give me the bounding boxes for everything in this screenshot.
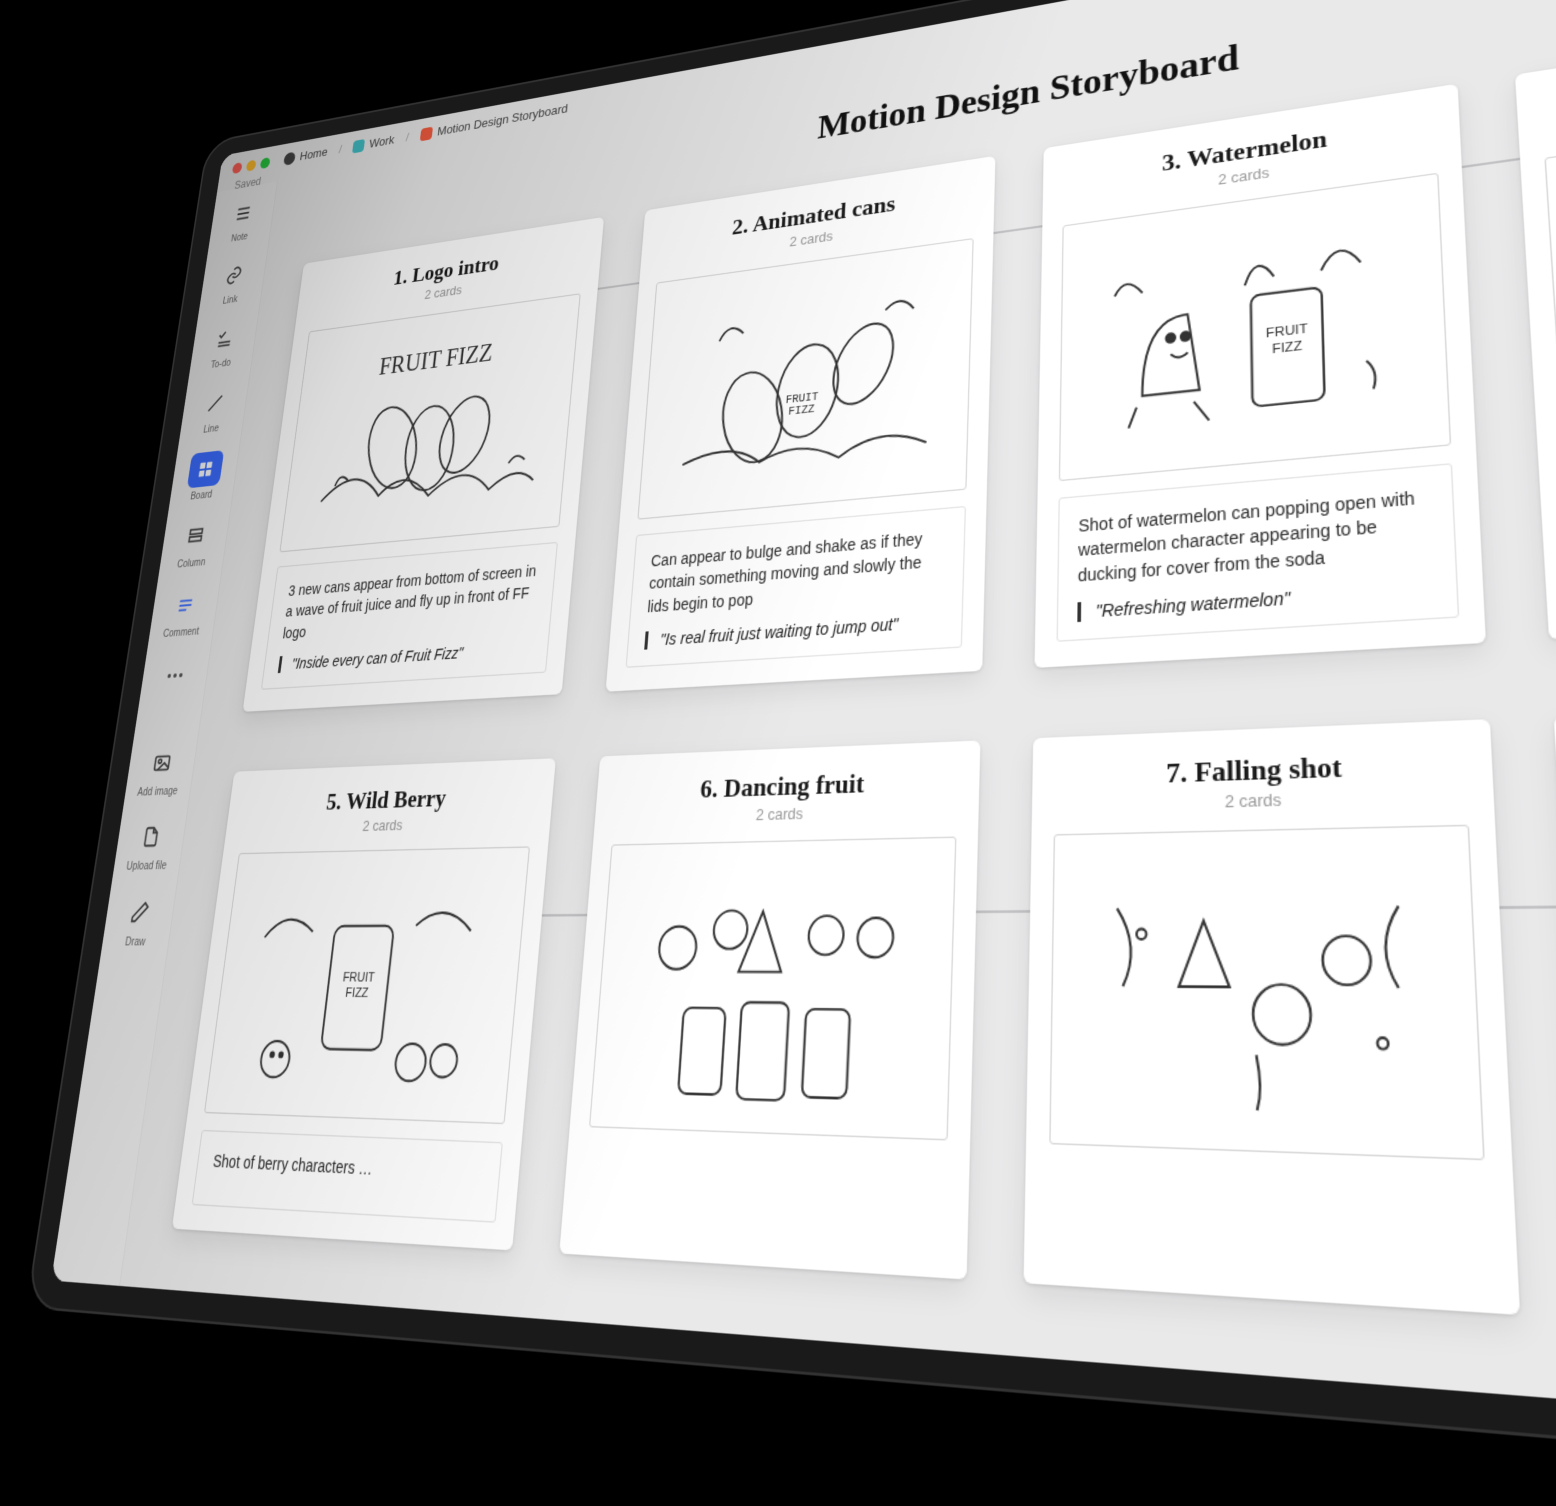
- tool-label: Board: [190, 489, 213, 502]
- sketch-image[interactable]: FRUIT FIZZ: [1059, 173, 1451, 482]
- board-card[interactable]: 4. 2 cards: [1515, 0, 1556, 639]
- board-icon: [186, 450, 223, 488]
- note-icon: [225, 195, 261, 232]
- boards-row: 5. Wild Berry 2 cards FRUIT FIZZ: [172, 693, 1556, 1359]
- window-controls: [232, 157, 271, 174]
- sketch-caption: FRUIT FIZZ: [378, 340, 494, 382]
- tool-todo[interactable]: To-do: [196, 319, 251, 373]
- tool-comment[interactable]: Comment: [156, 585, 213, 640]
- tool-label: Column: [176, 557, 206, 570]
- column-icon: [176, 517, 214, 556]
- maximize-button[interactable]: [260, 157, 271, 169]
- tool-column[interactable]: Column: [166, 516, 222, 571]
- image-icon: [142, 743, 181, 783]
- board-card-count: 2 cards: [657, 207, 974, 268]
- sketch-image[interactable]: [1544, 94, 1556, 435]
- tool-add-image[interactable]: Add image: [132, 743, 190, 799]
- link-icon: [216, 257, 252, 295]
- board-title: 6. Dancing fruit: [614, 764, 958, 808]
- file-icon: [131, 817, 170, 857]
- quote-text: "Inside every can of Fruit Fizz": [278, 639, 533, 673]
- sketch-image[interactable]: FRUIT FIZZ: [279, 293, 580, 552]
- comment-icon: [166, 586, 204, 625]
- tool-label: Note: [230, 232, 248, 245]
- svg-text:FRUIT: FRUIT: [1266, 322, 1308, 341]
- description-text: Shot of berry characters …: [212, 1148, 484, 1186]
- board-card-count: 2 cards: [1542, 58, 1556, 141]
- description-text: 3 new cans appear from bottom of screen …: [282, 559, 540, 643]
- tool-more[interactable]: [147, 655, 202, 695]
- description-card[interactable]: Can appear to bulge and shake as if they…: [626, 506, 966, 668]
- svg-text:FIZZ: FIZZ: [788, 403, 815, 419]
- board-title: 3. Watermelon: [1063, 108, 1437, 192]
- board-title: 4.: [1540, 24, 1556, 122]
- tool-upload-file[interactable]: Upload file: [120, 817, 179, 873]
- line-icon: [196, 384, 233, 422]
- close-button[interactable]: [232, 162, 243, 174]
- board-title: 5. Wild Berry: [244, 780, 537, 819]
- tool-line[interactable]: Line: [186, 383, 241, 437]
- description-text: Shot of watermelon can popping open with…: [1078, 484, 1433, 587]
- folder-color-icon: [352, 138, 365, 153]
- svg-text:FRUIT: FRUIT: [786, 391, 819, 408]
- svg-text:FIZZ: FIZZ: [1272, 339, 1303, 357]
- tool-link[interactable]: Link: [206, 255, 260, 309]
- svg-text:FRUIT: FRUIT: [342, 971, 375, 986]
- breadcrumb-label: Work: [369, 133, 396, 151]
- minimize-button[interactable]: [246, 159, 257, 171]
- description-card[interactable]: Shot of berry characters …: [192, 1130, 503, 1223]
- board-card[interactable]: 5. Wild Berry 2 cards FRUIT FIZZ: [172, 758, 556, 1251]
- sketch-image[interactable]: FRUIT FIZZ: [204, 846, 530, 1124]
- quote-text: "Refreshing watermelon": [1077, 578, 1434, 622]
- sidebar: Note Link To-do: [51, 181, 278, 1285]
- pencil-icon: [120, 892, 160, 932]
- tool-board[interactable]: Board: [176, 449, 232, 504]
- tool-label: Add image: [137, 786, 179, 799]
- tool-label: Link: [222, 294, 238, 306]
- board-card[interactable]: 3. Watermelon 2 cards: [1034, 84, 1485, 668]
- todo-icon: [206, 320, 243, 358]
- board-card[interactable]: 6. Dancing fruit 2 cards: [559, 740, 980, 1279]
- canvas[interactable]: Motion Design Storyboard 1. Logo intro 2…: [120, 0, 1556, 1455]
- tool-label: Draw: [124, 936, 146, 948]
- more-icon: [155, 656, 194, 695]
- tool-draw[interactable]: Draw: [109, 892, 168, 949]
- breadcrumb-separator: /: [403, 130, 411, 145]
- board-title: 2. Animated cans: [659, 178, 976, 252]
- board-card-count: 2 cards: [1063, 139, 1438, 210]
- board-card[interactable]: 1. Logo intro 2 cards FRUIT FIZZ: [243, 217, 605, 712]
- folder-color-icon: [420, 126, 433, 141]
- app-logo-icon: [283, 151, 296, 165]
- connector-line: [225, 900, 1556, 919]
- board-title: 7. Falling shot: [1054, 745, 1467, 794]
- tool-label: Line: [203, 423, 220, 435]
- quote-text: "Is real fruit just waiting to jump out": [644, 611, 943, 649]
- svg-text:FIZZ: FIZZ: [345, 986, 370, 1001]
- board-card-count: 2 cards: [1054, 784, 1468, 816]
- tool-note[interactable]: Note: [215, 193, 269, 246]
- breadcrumb-separator: /: [336, 142, 344, 156]
- tool-label: Upload file: [126, 860, 168, 873]
- description-text: Can appear to bulge and shake as if they…: [647, 525, 946, 618]
- sketch-image[interactable]: [1049, 825, 1484, 1161]
- board-card[interactable]: 2. Animated cans 2 cards: [606, 156, 996, 692]
- sketch-image[interactable]: [589, 836, 956, 1140]
- sketch-image[interactable]: FRUIT FIZZ: [637, 238, 973, 520]
- description-card[interactable]: Shot of watermelon can popping open with…: [1057, 463, 1460, 642]
- board-card[interactable]: 7. Falling shot 2 cards: [1024, 719, 1521, 1315]
- board-card-count: 2 cards: [613, 799, 958, 827]
- breadcrumb-label: Home: [299, 145, 329, 163]
- description-card[interactable]: 3 new cans appear from bottom of screen …: [261, 542, 558, 690]
- tool-label: Comment: [162, 626, 199, 640]
- board-card-count: 2 cards: [241, 812, 533, 837]
- boards-row: 1. Logo intro 2 cards FRUIT FIZZ: [243, 0, 1556, 712]
- tool-label: To-do: [210, 358, 231, 371]
